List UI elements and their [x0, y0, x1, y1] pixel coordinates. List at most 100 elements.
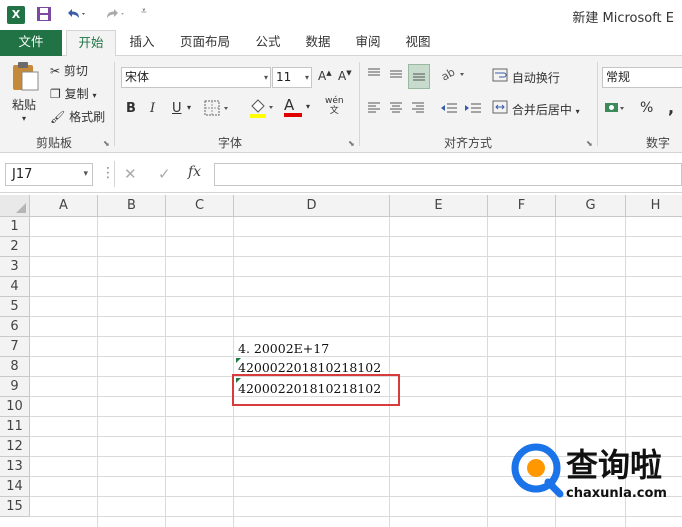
gridline — [30, 296, 682, 297]
gridline — [30, 416, 682, 417]
tab-review[interactable]: 审阅 — [346, 30, 390, 56]
row-header[interactable]: 11 — [0, 417, 30, 437]
more-options-icon[interactable]: ⋮ — [101, 165, 115, 181]
phonetic-guide-icon[interactable]: wén 文 — [325, 96, 344, 116]
borders-icon[interactable] — [204, 100, 232, 119]
merge-center-label: 合并后居中 — [511, 103, 572, 117]
increase-indent-icon[interactable] — [464, 100, 482, 119]
cut-button[interactable]: ✂ 剪切 — [50, 62, 88, 79]
increase-font-icon[interactable]: A▲ — [318, 69, 332, 83]
row-header[interactable]: 8 — [0, 357, 30, 377]
copy-button[interactable]: ❐ 复制 ▾ — [50, 85, 96, 102]
undo-icon[interactable] — [64, 6, 88, 26]
insert-function-icon[interactable]: fx — [188, 164, 201, 180]
cancel-entry-icon[interactable]: ✕ — [124, 165, 137, 183]
group-separator — [597, 62, 598, 146]
currency-format-icon[interactable] — [604, 100, 626, 119]
font-color-icon[interactable]: A — [284, 96, 302, 117]
column-header-h[interactable]: H — [626, 195, 682, 217]
orientation-icon[interactable]: ab — [439, 65, 468, 85]
alignment-launcher-icon[interactable]: ⬊ — [586, 139, 593, 148]
formula-input[interactable] — [214, 163, 682, 186]
gridline — [30, 316, 682, 317]
row-header[interactable]: 14 — [0, 477, 30, 497]
enter-entry-icon[interactable]: ✓ — [158, 165, 171, 183]
decrease-indent-icon[interactable] — [440, 100, 458, 119]
wrap-text-button[interactable]: 自动换行 — [492, 68, 560, 86]
font-name-value: 宋体 — [125, 70, 150, 84]
bold-button[interactable]: B — [126, 101, 136, 116]
name-box[interactable]: J17 ▾ — [5, 163, 93, 186]
fill-color-icon[interactable] — [248, 98, 276, 121]
gridline — [30, 236, 682, 237]
gridline — [233, 217, 234, 527]
column-header-d[interactable]: D — [234, 195, 390, 217]
row-header[interactable]: 9 — [0, 377, 30, 397]
row-header[interactable]: 15 — [0, 497, 30, 517]
redo-icon[interactable] — [103, 6, 127, 26]
row-header[interactable]: 3 — [0, 257, 30, 277]
row-header[interactable]: 2 — [0, 237, 30, 257]
highlight-box — [232, 374, 400, 406]
row-header[interactable]: 10 — [0, 397, 30, 417]
align-left-icon[interactable] — [366, 100, 382, 119]
tab-home[interactable]: 开始 — [66, 30, 116, 57]
underline-button[interactable]: U — [172, 101, 182, 116]
format-painter-button[interactable]: 🖌 格式刷 — [50, 108, 105, 125]
align-bottom-icon[interactable] — [408, 64, 430, 89]
column-header-g[interactable]: G — [556, 195, 626, 217]
align-middle-icon[interactable] — [388, 66, 404, 85]
column-header-b[interactable]: B — [98, 195, 166, 217]
paste-button[interactable] — [10, 60, 40, 95]
row-header[interactable]: 12 — [0, 437, 30, 457]
row-header[interactable]: 4 — [0, 277, 30, 297]
font-name-combo[interactable]: 宋体 ▾ — [121, 67, 271, 88]
comma-style-button[interactable]: , — [668, 98, 674, 117]
decrease-font-icon[interactable]: A▼ — [338, 69, 352, 83]
align-top-icon[interactable] — [366, 66, 382, 85]
column-header-a[interactable]: A — [30, 195, 98, 217]
group-separator — [359, 62, 360, 146]
align-center-icon[interactable] — [388, 100, 404, 119]
row-header[interactable]: 6 — [0, 317, 30, 337]
tab-insert[interactable]: 插入 — [120, 30, 164, 56]
tab-data[interactable]: 数据 — [296, 30, 340, 56]
svg-text:ab: ab — [440, 66, 457, 82]
italic-button[interactable]: I — [150, 101, 155, 116]
paste-dropdown-icon[interactable]: ▾ — [22, 114, 26, 123]
save-icon[interactable] — [36, 6, 52, 26]
cell-d7[interactable]: 4. 20002E+17 — [238, 339, 408, 359]
clipboard-launcher-icon[interactable]: ⬊ — [103, 139, 110, 148]
tab-file[interactable]: 文件 — [0, 30, 62, 56]
copy-label: 复制 — [64, 87, 89, 101]
font-size-combo[interactable]: 11 ▾ — [272, 67, 312, 88]
underline-dropdown-icon[interactable]: ▾ — [187, 103, 191, 112]
font-launcher-icon[interactable]: ⬊ — [348, 139, 355, 148]
name-box-value: J17 — [12, 167, 33, 182]
tab-formulas[interactable]: 公式 — [246, 30, 290, 56]
clipboard-group-label: 剪贴板 — [36, 136, 73, 150]
gridline — [487, 217, 488, 527]
column-header-c[interactable]: C — [166, 195, 234, 217]
row-header[interactable]: 13 — [0, 457, 30, 477]
customize-icon[interactable]: ⩡ — [141, 6, 147, 17]
column-header-f[interactable]: F — [488, 195, 556, 217]
gridline — [165, 217, 166, 527]
row-header[interactable]: 5 — [0, 297, 30, 317]
paste-label: 粘贴 — [12, 98, 37, 112]
font-color-dropdown-icon[interactable]: ▾ — [306, 102, 310, 111]
row-header[interactable]: 1 — [0, 217, 30, 237]
copy-icon: ❐ — [50, 87, 61, 101]
select-all-corner[interactable] — [0, 195, 30, 217]
excel-icon: X — [7, 6, 25, 24]
tab-page-layout[interactable]: 页面布局 — [170, 30, 240, 56]
merge-center-button[interactable]: 合并后居中 ▾ — [492, 100, 580, 118]
align-right-icon[interactable] — [410, 100, 426, 119]
column-header-e[interactable]: E — [390, 195, 488, 217]
row-header[interactable]: 7 — [0, 337, 30, 357]
chevron-down-icon: ▾ — [575, 107, 580, 116]
percent-style-button[interactable]: % — [640, 100, 653, 116]
tab-view[interactable]: 视图 — [396, 30, 440, 56]
formula-bar: J17 ▾ ⋮ ✕ ✓ fx — [0, 153, 682, 193]
number-format-combo[interactable]: 常规 — [602, 67, 682, 88]
